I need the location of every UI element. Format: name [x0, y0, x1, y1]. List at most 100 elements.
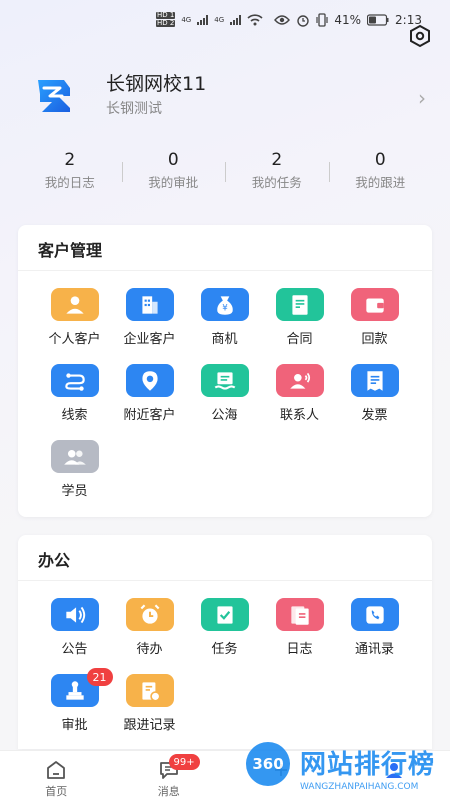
- log-icon: [275, 598, 324, 631]
- grid-item-label: 日志: [286, 642, 313, 657]
- person-icon: [50, 288, 99, 321]
- grid-item-label: 回款: [361, 332, 388, 347]
- sim2-label: HD 2: [156, 19, 176, 27]
- invoice-icon: [350, 364, 399, 397]
- signal-bars-icon: [197, 14, 209, 25]
- network-type-label-2: 4G: [214, 15, 225, 24]
- grid-item-label: 联系人: [279, 408, 319, 423]
- status-bar: HD 1 HD 2 4G 4G 41% 2:13: [0, 0, 450, 44]
- org-subtitle: 长钢测试: [106, 101, 162, 117]
- grid-item-label: 待办: [136, 642, 163, 657]
- customer-management-card: 客户管理 个人客户 企业客户 ¥ 商机 合同 回款线索 附近客户 公海 联系人 发票学员: [18, 225, 432, 517]
- section-title: 办公: [18, 535, 432, 581]
- office-card: 办公 公告 待办 任务 日志 通讯录 21 审批 跟进记录: [18, 535, 432, 749]
- grid-item-label: 通讯录: [354, 642, 394, 657]
- tab-messages[interactable]: 消息 99+: [113, 751, 226, 800]
- grid-item-money-bag[interactable]: ¥ 商机: [187, 271, 262, 347]
- grid-item-students[interactable]: 学员: [37, 423, 112, 499]
- grid-item-label: 跟进记录: [123, 718, 176, 733]
- settings-button[interactable]: [408, 24, 432, 48]
- grid-item-alarm[interactable]: 待办: [112, 581, 187, 657]
- settings-hexagon-icon: [410, 24, 430, 48]
- grid-item-stamp[interactable]: 21 审批: [37, 657, 113, 733]
- eye-icon: [274, 15, 291, 25]
- grid-item-label: 审批: [61, 718, 88, 733]
- signal-indicators: HD 1 HD 2 4G 4G: [156, 12, 263, 27]
- status-right: 41% 2:13: [274, 13, 422, 27]
- grid-item-building[interactable]: 企业客户: [112, 271, 187, 347]
- stat-label: 我的审批: [148, 175, 199, 190]
- stat-value: 0: [374, 150, 386, 170]
- grid-item-contact[interactable]: 联系人: [262, 347, 337, 423]
- location-icon: [125, 364, 174, 397]
- route-icon: [50, 364, 99, 397]
- followup-icon: [125, 674, 174, 707]
- tab-add[interactable]: [225, 751, 338, 800]
- grid-item-phone[interactable]: 通讯录: [337, 581, 412, 657]
- grid-item-label: 商机: [211, 332, 238, 347]
- stat-label: 我的任务: [251, 175, 302, 190]
- stat-my-tasks[interactable]: 2 我的任务: [225, 150, 329, 196]
- sim1-label: HD 1: [156, 11, 176, 19]
- grid-item-label: 个人客户: [48, 332, 101, 347]
- sea-icon: [200, 364, 249, 397]
- stats-row: 2 我的日志 0 我的审批 2 我的任务 0 我的跟进: [18, 150, 432, 196]
- grid-item-label: 学员: [61, 484, 88, 499]
- app-logo-icon: [32, 74, 76, 118]
- tab-label: 首页: [45, 785, 68, 798]
- tab-label: 消息: [157, 785, 180, 798]
- profile-tab-icon: [385, 763, 402, 778]
- tab-profile[interactable]: [338, 751, 450, 800]
- building-icon: [125, 288, 174, 321]
- grid-item-contract[interactable]: 合同: [262, 271, 337, 347]
- grid-item-invoice[interactable]: 发票: [337, 347, 412, 423]
- students-icon: [50, 440, 99, 473]
- approval-count-badge: 21: [86, 668, 113, 686]
- grid-item-person[interactable]: 个人客户: [37, 271, 112, 347]
- alarm-status-icon: [297, 15, 310, 27]
- wifi-icon: [247, 13, 263, 25]
- contract-icon: [275, 288, 324, 321]
- stat-label: 我的跟进: [355, 175, 406, 190]
- contact-icon: [275, 364, 324, 397]
- tab-home[interactable]: 首页: [0, 751, 113, 800]
- profile-header[interactable]: 长钢网校11 长钢测试 ›: [24, 66, 434, 126]
- messages-badge: 99+: [168, 754, 200, 770]
- grid-item-location[interactable]: 附近客户: [112, 347, 187, 423]
- office-grid: 公告 待办 任务 日志 通讯录 21 审批 跟进记录: [18, 581, 432, 733]
- money-bag-icon: ¥: [200, 288, 249, 321]
- grid-item-label: 附近客户: [123, 408, 176, 423]
- chevron-right-icon: ›: [418, 86, 426, 110]
- stat-my-followups[interactable]: 0 我的跟进: [328, 150, 433, 196]
- grid-item-route[interactable]: 线索: [37, 347, 112, 423]
- grid-item-label: 线索: [61, 408, 88, 423]
- battery-icon: [367, 14, 389, 26]
- grid-item-wallet[interactable]: 回款: [337, 271, 412, 347]
- grid-item-label: 企业客户: [123, 332, 176, 347]
- vibrate-icon: [316, 13, 328, 27]
- wallet-icon: [350, 288, 399, 321]
- task-icon: [200, 598, 249, 631]
- home-icon: [47, 761, 66, 779]
- grid-item-log[interactable]: 日志: [262, 581, 337, 657]
- stat-value: 0: [167, 150, 179, 170]
- signal-bars-icon-2: [230, 14, 242, 25]
- grid-item-label: 合同: [286, 332, 313, 347]
- plus-icon: [275, 764, 288, 776]
- phone-icon: [350, 598, 399, 631]
- stat-value: 2: [64, 150, 76, 170]
- stat-value: 2: [271, 150, 283, 170]
- grid-item-sea[interactable]: 公海: [187, 347, 262, 423]
- grid-item-speaker[interactable]: 公告: [37, 581, 112, 657]
- stat-my-logs[interactable]: 2 我的日志: [18, 150, 122, 196]
- battery-percent: 41%: [334, 13, 362, 27]
- stamp-icon: 21: [50, 668, 113, 707]
- grid-item-followup[interactable]: 跟进记录: [112, 657, 187, 733]
- section-title: 客户管理: [18, 225, 432, 271]
- grid-item-label: 发票: [361, 408, 388, 423]
- grid-item-task[interactable]: 任务: [187, 581, 262, 657]
- svg-text:¥: ¥: [222, 303, 228, 313]
- stat-label: 我的日志: [44, 175, 95, 190]
- grid-item-label: 任务: [211, 642, 238, 657]
- stat-my-approvals[interactable]: 0 我的审批: [121, 150, 226, 196]
